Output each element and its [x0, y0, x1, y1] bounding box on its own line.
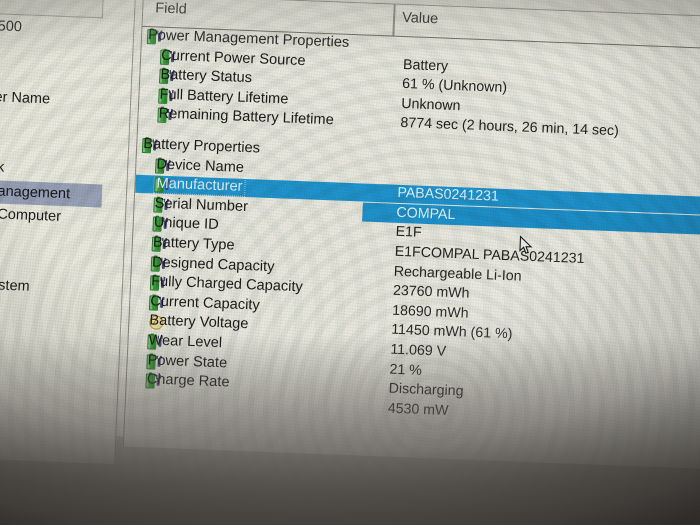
- tree-row-field-label: Designed Capacity: [151, 253, 275, 275]
- tree-row-field-label: Current Power Source: [160, 47, 306, 69]
- tree-row-field-label: Battery Voltage: [149, 312, 249, 333]
- tree-row-field-label: Power State: [147, 351, 228, 371]
- sidebar: rites 5.95.4500utermmaryomputer NameMIMI…: [0, 0, 136, 465]
- tree-row-field-label: Battery Status: [160, 66, 253, 87]
- tree-row-value: 4530 mW: [387, 400, 449, 419]
- tree-row-value: Battery: [402, 56, 449, 75]
- mouse-pointer-icon: [519, 235, 534, 257]
- tree-row-field-label: Battery Properties: [142, 136, 261, 157]
- tree-row-field-label: Unique ID: [153, 214, 220, 234]
- tree-row-value: E1F: [395, 224, 422, 242]
- tree-row-value: COMPAL: [396, 204, 456, 223]
- column-divider[interactable]: [392, 4, 396, 36]
- sidebar-item-list: 5.95.4500utermmaryomputer NameMIMIverclo…: [0, 14, 134, 464]
- tree-row-field: Manufacturer: [135, 173, 246, 198]
- sidebar-item-ower-management[interactable]: ower Management: [0, 178, 103, 208]
- report-pane: Field Value Power Management Properties C…: [122, 0, 700, 471]
- tree-row-value: 11.069 V: [390, 341, 447, 360]
- column-header-value[interactable]: Value: [402, 10, 439, 27]
- tree-row-field-label: Current Capacity: [149, 293, 261, 314]
- aida64-window: Report rites 5.95.4500utermmaryomputer N…: [0, 0, 700, 471]
- column-header-field[interactable]: Field: [155, 0, 187, 17]
- tree-row-field-label: Wear Level: [148, 332, 223, 352]
- photographed-screen: Report rites 5.95.4500utermmaryomputer N…: [0, 0, 700, 525]
- tree-row-field-label: Device Name: [156, 156, 245, 176]
- tree-row-field-label: Manufacturer: [153, 173, 246, 198]
- tree-row-field-label: Charge Rate: [146, 371, 230, 391]
- tree-row-field-label: Full Battery Lifetime: [159, 86, 289, 108]
- property-tree: Power Management Properties Current Power…: [125, 26, 700, 433]
- tree-row-field-label: Battery Type: [152, 234, 235, 254]
- tree-row-value: 21 %: [389, 361, 423, 379]
- tree-row-value: Unknown: [400, 95, 461, 114]
- tree-row-field-label: Serial Number: [154, 195, 249, 215]
